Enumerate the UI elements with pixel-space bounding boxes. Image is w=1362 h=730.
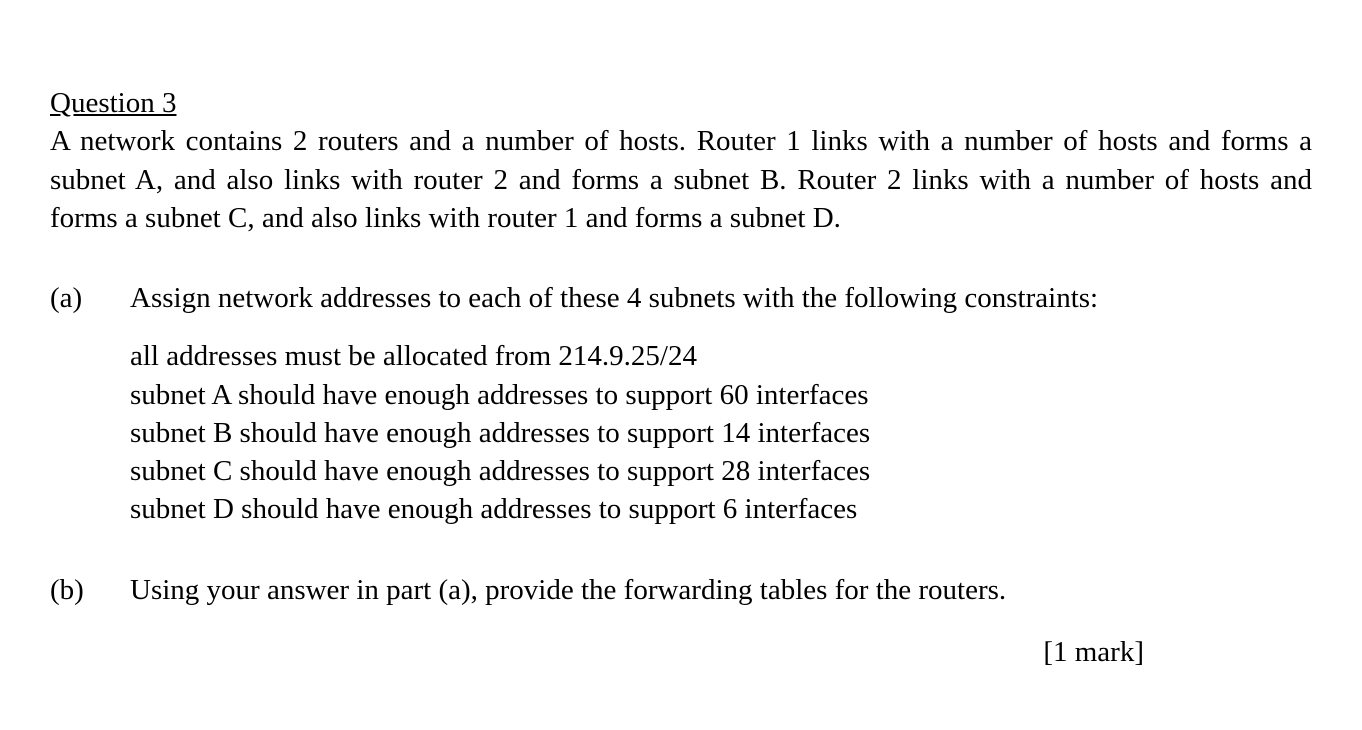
question-title: Question 3 xyxy=(50,87,176,119)
constraint-line: subnet C should have enough addresses to… xyxy=(130,452,1312,490)
part-a-prompt: Assign network addresses to each of thes… xyxy=(130,279,1312,317)
document-page: Question 3 A network contains 2 routers … xyxy=(0,0,1362,671)
part-a-constraints: all addresses must be allocated from 214… xyxy=(130,337,1312,528)
part-a-label: (a) xyxy=(50,279,130,317)
constraint-line: all addresses must be allocated from 214… xyxy=(130,337,1312,375)
constraint-line: subnet B should have enough addresses to… xyxy=(130,414,1312,452)
question-body: A network contains 2 routers and a numbe… xyxy=(50,125,1312,234)
part-b-label: (b) xyxy=(50,571,130,609)
part-b-prompt: Using your answer in part (a), provide t… xyxy=(130,574,1006,606)
part-a: (a) Assign network addresses to each of … xyxy=(50,279,1312,529)
constraint-line: subnet D should have enough addresses to… xyxy=(130,490,1312,528)
constraint-line: subnet A should have enough addresses to… xyxy=(130,376,1312,414)
part-a-body: Assign network addresses to each of thes… xyxy=(130,279,1312,529)
marks-label: [1 mark] xyxy=(50,633,1312,671)
part-b: (b) Using your answer in part (a), provi… xyxy=(50,571,1312,609)
question-block: Question 3 A network contains 2 routers … xyxy=(50,84,1312,237)
part-b-body: Using your answer in part (a), provide t… xyxy=(130,571,1312,609)
